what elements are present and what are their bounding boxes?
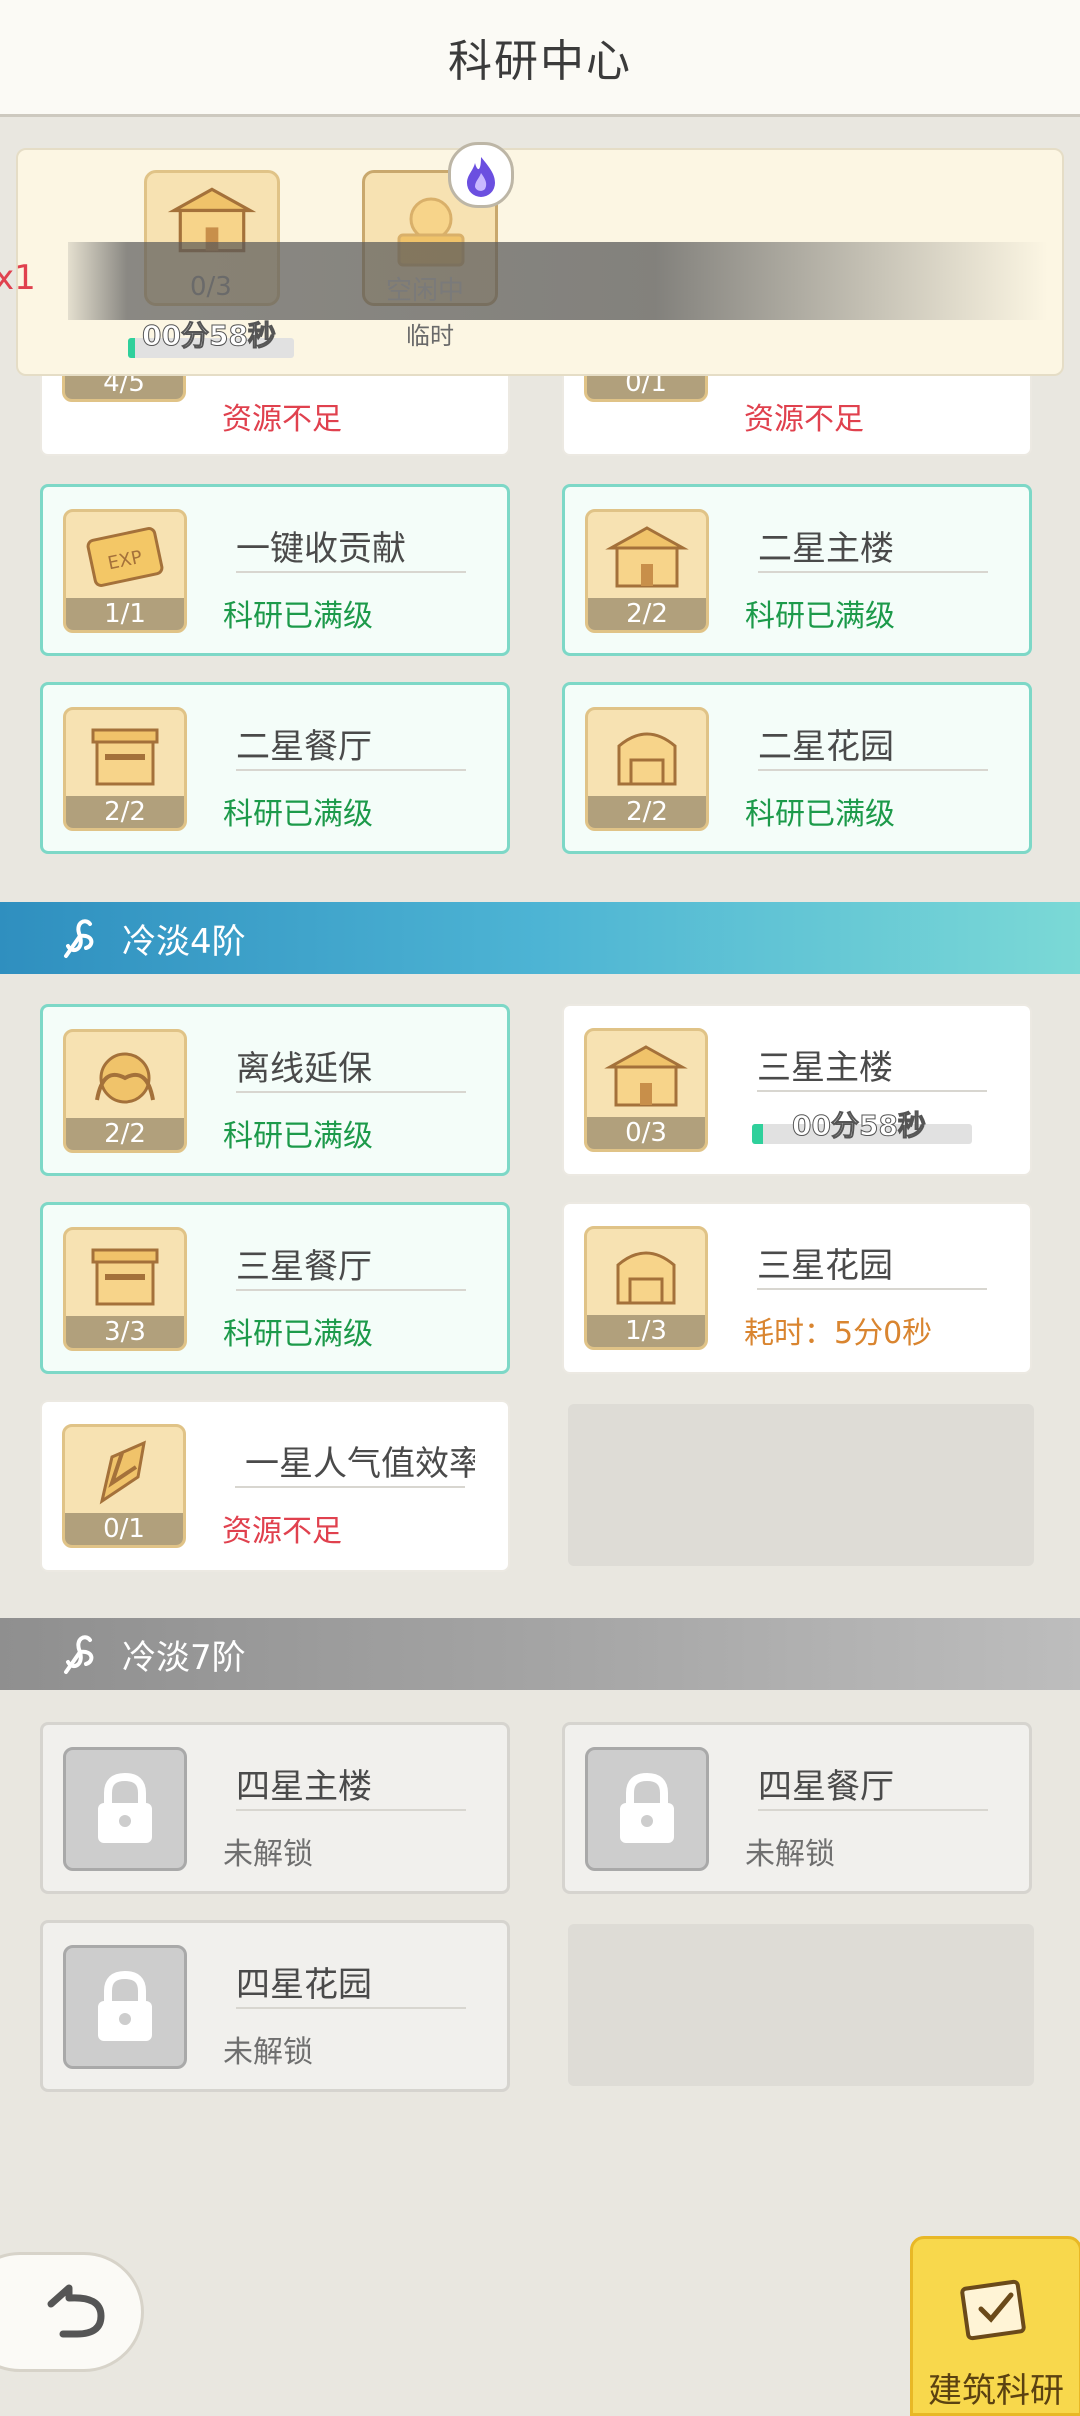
status-text: 科研已满级 xyxy=(223,797,373,832)
research-card-four-star-restaurant[interactable]: 四星餐厅 未解锁 xyxy=(562,1722,1032,1894)
level-count: 2/2 xyxy=(66,796,184,828)
progress-fill xyxy=(752,1124,763,1144)
research-card-four-star-main-building[interactable]: 四星主楼 未解锁 xyxy=(40,1722,510,1894)
status-text: 资源不足 xyxy=(222,1514,342,1549)
research-name: 二星餐厅 xyxy=(236,727,372,767)
progress-fill xyxy=(128,338,135,358)
level-count: 2/2 xyxy=(66,1118,184,1150)
status-text: 未解锁 xyxy=(223,1837,313,1872)
queue-slot-2-caption: 临时 xyxy=(406,322,454,350)
back-button[interactable] xyxy=(0,2252,144,2372)
pinwheel-icon xyxy=(56,1628,104,1680)
level-count: 3/3 xyxy=(66,1316,184,1348)
research-name: 四星花园 xyxy=(236,1965,372,2005)
section-header-tier-4: 冷淡4阶 xyxy=(0,902,1080,974)
lock-icon xyxy=(63,1945,187,2069)
divider xyxy=(236,1289,466,1291)
level-count: 2/2 xyxy=(588,598,706,630)
divider xyxy=(236,769,466,771)
queue-slot-1-count: 0/3 xyxy=(190,272,232,302)
research-name: 四星餐厅 xyxy=(758,1767,894,1807)
main-building-icon: 0/3 xyxy=(584,1028,708,1152)
divider xyxy=(235,1486,465,1488)
divider xyxy=(758,769,988,771)
queue-timer: 00分58秒 xyxy=(142,319,277,353)
level-count: 1/3 xyxy=(587,1315,705,1347)
building-research-label: 建筑科研 xyxy=(928,2371,1064,2411)
status-text: 科研已满级 xyxy=(745,599,895,634)
divider xyxy=(236,571,466,573)
research-card-two-star-restaurant[interactable]: 2/2 二星餐厅 科研已满级 xyxy=(40,682,510,854)
back-arrow-icon xyxy=(41,2280,111,2344)
empty-slot xyxy=(568,1404,1034,1566)
status-text: 未解锁 xyxy=(223,2035,313,2070)
research-card-offline-insurance[interactable]: 2/2 离线延保 科研已满级 xyxy=(40,1004,510,1176)
exp-ticket-icon: EXP 1/1 xyxy=(63,509,187,633)
research-card-three-star-main-building[interactable]: 0/3 三星主楼 00分58秒 xyxy=(562,1004,1032,1176)
status-text: 资源不足 xyxy=(222,402,342,437)
research-queue-panel: 0/3 空闲中 00分58秒 临时 xyxy=(16,142,1064,376)
level-count: 0/1 xyxy=(65,1513,183,1545)
status-text: 科研已满级 xyxy=(745,797,895,832)
main-building-icon: 2/2 xyxy=(585,509,709,633)
research-name: 二星花园 xyxy=(758,727,894,767)
research-name: 一键收贡献 xyxy=(236,529,406,569)
status-text: 耗时：5分0秒 xyxy=(744,1316,933,1351)
status-text: 科研已满级 xyxy=(223,1119,373,1154)
divider xyxy=(236,1809,466,1811)
divider xyxy=(236,2007,466,2009)
level-count: 1/1 xyxy=(66,598,184,630)
pinwheel-icon xyxy=(56,912,104,964)
status-text: 科研已满级 xyxy=(223,599,373,634)
queue-slot-2-status: 空闲中 xyxy=(386,276,465,306)
offline-insurance-icon: 2/2 xyxy=(63,1029,187,1153)
research-card-three-star-restaurant[interactable]: 3/3 三星餐厅 科研已满级 xyxy=(40,1202,510,1374)
section-header-tier-7: 冷淡7阶 xyxy=(0,1618,1080,1690)
research-name: 四星主楼 xyxy=(236,1767,372,1807)
empty-slot xyxy=(568,1924,1034,2086)
garden-icon: 1/3 xyxy=(584,1226,708,1350)
research-name: 三星主楼 xyxy=(757,1048,893,1088)
lock-icon xyxy=(63,1747,187,1871)
restaurant-icon: 2/2 xyxy=(63,707,187,831)
research-card-one-star-popularity[interactable]: 0/1 一星人气值效率 资源不足 xyxy=(40,1400,510,1572)
research-name: 三星花园 xyxy=(757,1246,893,1286)
checklist-icon xyxy=(959,2273,1033,2347)
divider xyxy=(757,1090,987,1092)
research-card-one-click-contribution[interactable]: EXP 1/1 一键收贡献 科研已满级 xyxy=(40,484,510,656)
research-name: 二星主楼 xyxy=(758,529,894,569)
research-name: 一星人气值效率 xyxy=(245,1444,475,1484)
research-name: 三星餐厅 xyxy=(236,1247,372,1287)
research-card-two-star-garden[interactable]: 2/2 二星花园 科研已满级 xyxy=(562,682,1032,854)
divider xyxy=(758,1809,988,1811)
flame-boost-icon[interactable] xyxy=(448,142,514,208)
lock-icon xyxy=(585,1747,709,1871)
research-card-four-star-garden[interactable]: 四星花园 未解锁 xyxy=(40,1920,510,2092)
level-count: 0/3 xyxy=(587,1117,705,1149)
section-title: 冷淡7阶 xyxy=(122,1637,246,1678)
divider xyxy=(236,1091,466,1093)
divider xyxy=(757,1288,987,1290)
status-text: 未解锁 xyxy=(745,1837,835,1872)
status-text: 资源不足 xyxy=(744,402,864,437)
level-count: 2/2 xyxy=(588,796,706,828)
divider xyxy=(758,571,988,573)
research-card-three-star-garden[interactable]: 1/3 三星花园 耗时：5分0秒 xyxy=(562,1202,1032,1374)
queue-edge-label: x1 xyxy=(0,258,36,298)
top-bar: 科研中心 xyxy=(0,0,1080,117)
research-name: 离线延保 xyxy=(236,1049,372,1089)
research-card-two-star-main-building[interactable]: 2/2 二星主楼 科研已满级 xyxy=(562,484,1032,656)
garden-icon: 2/2 xyxy=(585,707,709,831)
popularity-icon: 0/1 xyxy=(62,1424,186,1548)
page-title: 科研中心 xyxy=(448,36,632,87)
status-text: 科研已满级 xyxy=(223,1317,373,1352)
section-title: 冷淡4阶 xyxy=(122,921,246,962)
building-research-button[interactable]: 建筑科研 xyxy=(910,2236,1080,2416)
research-timer: 00分58秒 xyxy=(792,1109,927,1143)
restaurant-icon: 3/3 xyxy=(63,1227,187,1351)
